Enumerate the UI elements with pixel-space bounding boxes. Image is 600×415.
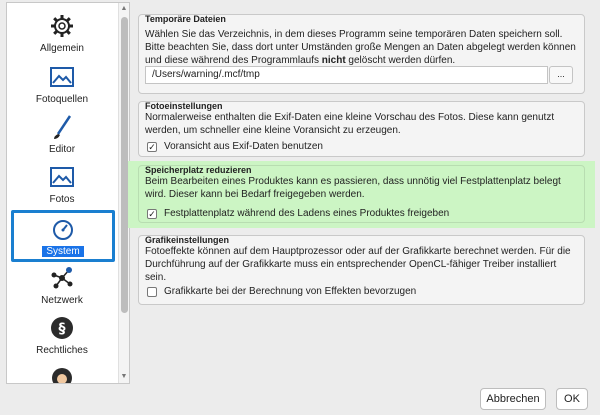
exif-preview-checkbox-row[interactable]: ✓ Voransicht aus Exif-Daten benutzen — [147, 141, 323, 152]
photo-icon — [49, 164, 75, 190]
brush-icon — [49, 114, 75, 140]
group-description: Wählen Sie das Verzeichnis, in dem diese… — [145, 29, 576, 66]
sidebar-item-editor[interactable]: Editor — [9, 110, 115, 160]
sidebar-item-fotoquellen[interactable]: Fotoquellen — [9, 60, 115, 110]
gauge-icon — [50, 217, 76, 243]
svg-text:§: § — [59, 321, 66, 337]
group-fotoeinstellungen: Fotoeinstellungen Normalerweise enthalte… — [138, 101, 585, 157]
scroll-down-icon[interactable]: ▼ — [120, 373, 128, 381]
checkbox-label: Voransicht aus Exif-Daten benutzen — [164, 141, 323, 152]
browse-button[interactable]: ... — [549, 66, 573, 84]
group-description: Beim Bearbeiten eines Produktes kann es … — [145, 176, 561, 200]
sidebar-item-system[interactable]: System — [11, 210, 115, 262]
sidebar-item-label: Netzwerk — [41, 295, 83, 306]
category-sidebar: Allgemein Fotoquellen Editor Fotos Syste… — [6, 2, 130, 384]
sidebar-item-label: Fotoquellen — [35, 94, 89, 105]
sidebar-item-support[interactable] — [9, 361, 115, 383]
scrollbar-thumb[interactable] — [121, 17, 128, 313]
network-icon — [49, 265, 75, 291]
scroll-up-icon[interactable]: ▲ — [120, 5, 128, 13]
sidebar-item-label: Rechtliches — [36, 345, 88, 356]
group-speicherplatz-reduzieren: Speicherplatz reduzieren Beim Bearbeiten… — [138, 165, 585, 223]
sidebar-item-netzwerk[interactable]: Netzwerk — [9, 261, 115, 311]
gear-icon — [49, 13, 75, 39]
sidebar-item-allgemein[interactable]: Allgemein — [9, 9, 115, 59]
group-title: Fotoeinstellungen — [145, 101, 223, 111]
cancel-button[interactable]: Abbrechen — [480, 388, 546, 410]
ok-button[interactable]: OK — [556, 388, 588, 410]
sidebar-item-fotos[interactable]: Fotos — [9, 160, 115, 210]
temp-directory-field[interactable]: /Users/warning/.mcf/tmp — [145, 66, 548, 84]
paragraph-icon: § — [49, 315, 75, 341]
group-description: Fotoeffekte können auf dem Hauptprozesso… — [145, 246, 571, 283]
exif-preview-checkbox[interactable]: ✓ — [147, 141, 157, 152]
group-title: Temporäre Dateien — [145, 14, 226, 24]
group-grafikeinstellungen: Grafikeinstellungen Fotoeffekte können a… — [138, 235, 585, 305]
group-description: Normalerweise enthalten die Exif-Daten e… — [145, 112, 555, 136]
sidebar-item-label: Allgemein — [40, 43, 84, 54]
gpu-effects-checkbox-row[interactable]: Grafikkarte bei der Berechnung von Effek… — [147, 286, 416, 297]
group-title: Grafikeinstellungen — [145, 235, 230, 245]
photo-sources-icon — [49, 64, 75, 90]
free-disk-space-checkbox-row[interactable]: ✓ Festplattenplatz während des Ladens ei… — [147, 208, 449, 219]
sidebar-item-label: System — [42, 246, 84, 257]
sidebar-item-label: Fotos — [49, 194, 75, 205]
gpu-effects-checkbox[interactable] — [147, 286, 157, 297]
checkbox-label: Festplattenplatz während des Ladens eine… — [164, 208, 450, 219]
free-disk-space-checkbox[interactable]: ✓ — [147, 208, 157, 219]
checkbox-label: Grafikkarte bei der Berechnung von Effek… — [164, 286, 417, 297]
sidebar-item-label: Editor — [48, 144, 76, 155]
support-icon — [49, 365, 75, 383]
group-temporaere-dateien: Temporäre Dateien Wählen Sie das Verzeic… — [138, 14, 585, 94]
group-title: Speicherplatz reduzieren — [145, 165, 252, 175]
sidebar-item-rechtliches[interactable]: § Rechtliches — [9, 311, 115, 361]
